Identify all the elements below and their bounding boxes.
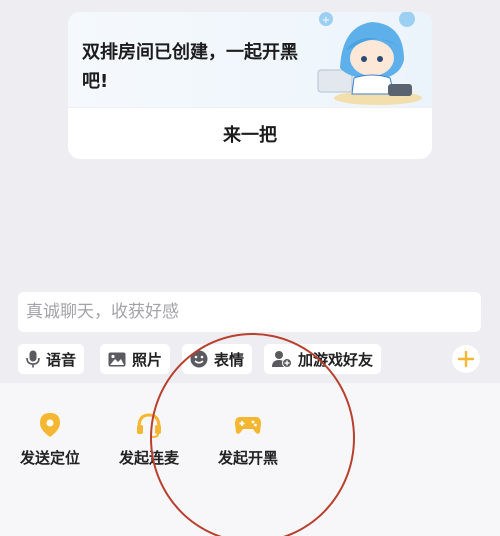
headset-icon bbox=[137, 413, 161, 438]
photo-chip[interactable]: 照片 bbox=[100, 344, 171, 374]
start-voice-link-label: 发起连麦 bbox=[118, 449, 179, 467]
emoji-chip[interactable]: 表情 bbox=[182, 344, 253, 374]
more-button[interactable] bbox=[452, 345, 480, 373]
card-title: 双排房间已创建，一起开黑吧! bbox=[82, 42, 298, 92]
gamepad-icon bbox=[235, 417, 261, 434]
start-team-game-label: 发起开黑 bbox=[217, 449, 278, 467]
message-input-box[interactable] bbox=[18, 292, 481, 332]
microphone-icon bbox=[26, 350, 40, 368]
start-voice-link-item[interactable]: 发起连麦 bbox=[99, 411, 199, 468]
send-location-label: 发送定位 bbox=[19, 449, 80, 467]
add-game-friend-chip[interactable]: 加游戏好友 bbox=[264, 344, 382, 374]
extras-panel: 发送定位 发起连麦 发起开黑 bbox=[0, 383, 500, 536]
add-friend-icon bbox=[272, 351, 292, 368]
photo-chip-label: 照片 bbox=[132, 350, 163, 369]
send-location-item[interactable]: 发送定位 bbox=[0, 411, 100, 468]
plus-icon bbox=[458, 351, 474, 367]
svg-text:+: + bbox=[322, 15, 330, 26]
start-team-game-item[interactable]: 发起开黑 bbox=[198, 411, 298, 468]
room-created-card: 双排房间已创建，一起开黑吧! + 来一把 bbox=[68, 12, 432, 159]
emoji-chip-label: 表情 bbox=[214, 350, 245, 369]
add-game-friend-chip-label: 加游戏好友 bbox=[298, 350, 374, 369]
emoji-icon bbox=[190, 350, 208, 368]
message-input[interactable] bbox=[26, 302, 481, 322]
mascot-illustration: + bbox=[317, 12, 422, 105]
voice-chip[interactable]: 语音 bbox=[18, 344, 85, 374]
play-now-button[interactable]: 来一把 bbox=[68, 108, 432, 159]
location-icon bbox=[40, 413, 60, 437]
image-icon bbox=[108, 352, 126, 366]
voice-chip-label: 语音 bbox=[46, 350, 77, 369]
